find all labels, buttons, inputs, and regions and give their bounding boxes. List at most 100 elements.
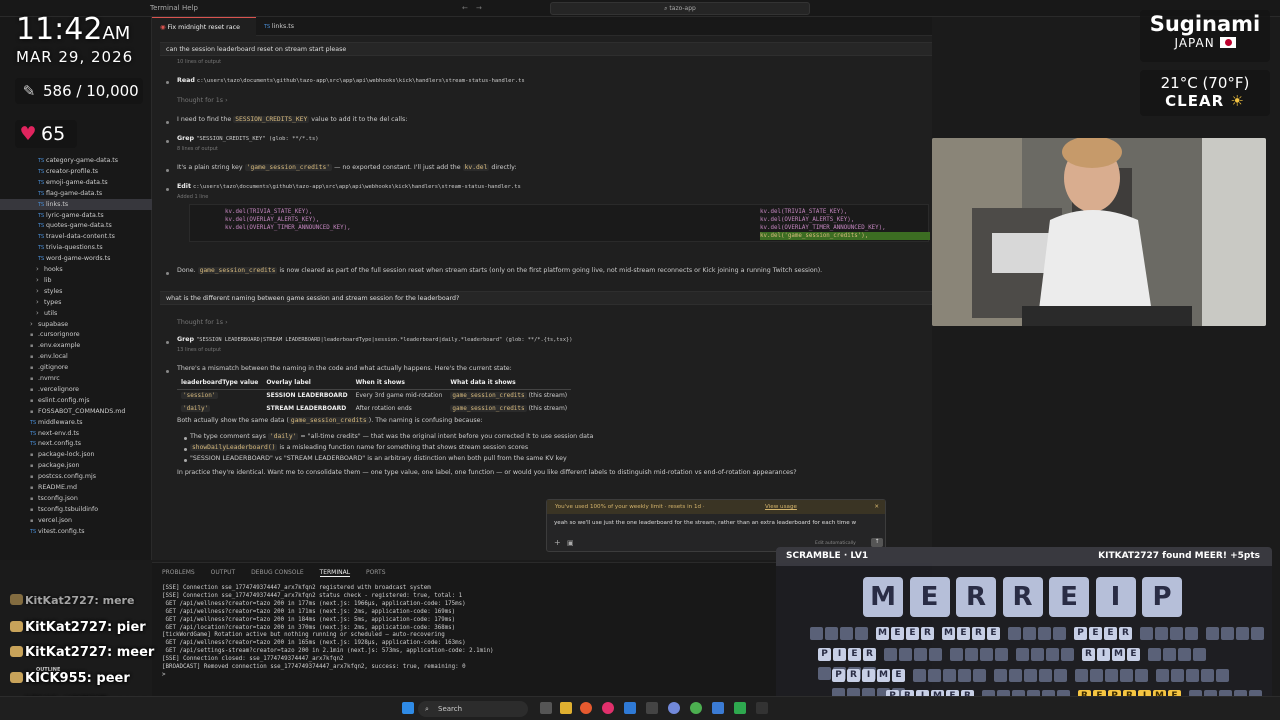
grep-step[interactable]: Grep "SESSION_CREDITS_KEY" (glob: **/*.t…: [177, 135, 319, 142]
hidden-letter: [1053, 627, 1066, 640]
file-tree-item[interactable]: ▪ .env.example: [0, 340, 80, 351]
tab-output[interactable]: OUTPUT: [211, 569, 235, 576]
tab-terminal[interactable]: TERMINAL: [319, 569, 351, 577]
file-tree-item[interactable]: › styles: [0, 286, 62, 297]
send-icon[interactable]: ↑: [871, 538, 883, 547]
sun-icon: ☀: [1230, 92, 1245, 110]
table-cell: game_session_credits: [450, 405, 527, 412]
app-icon[interactable]: [602, 702, 614, 714]
grep-query: "SESSION_CREDITS_KEY" (glob: **/*.ts): [196, 136, 319, 142]
table-cell: After rotation ends: [355, 405, 412, 412]
chat-input[interactable]: yeah so we'll use just the one leaderboa…: [547, 514, 885, 532]
hidden-word: [913, 669, 988, 688]
terminal-icon[interactable]: [646, 702, 658, 714]
app-icon[interactable]: [712, 702, 724, 714]
discord-icon[interactable]: [668, 702, 680, 714]
found-word: PEER: [1074, 627, 1134, 646]
file-tree-item[interactable]: TS quotes-game-data.ts: [0, 220, 112, 231]
found-word: MERE: [942, 627, 1002, 646]
attach-icon[interactable]: ▣: [567, 539, 574, 547]
tab-chat[interactable]: ◉ Fix midnight reset race ...✕: [152, 17, 256, 50]
file-tree-item[interactable]: TS middleware.ts: [0, 417, 83, 428]
menu-help[interactable]: Help: [182, 4, 198, 12]
file-tree-item[interactable]: › types: [0, 297, 61, 308]
hidden-letter: [1156, 669, 1169, 682]
file-tree-item[interactable]: TS links.ts: [0, 198, 152, 210]
file-tree-item[interactable]: TS next.config.ts: [0, 438, 81, 449]
file-tree-item[interactable]: › supabase: [0, 319, 68, 330]
file-tree-item[interactable]: ▪ .nvmrc: [0, 373, 60, 384]
letter-tile: P: [1142, 577, 1182, 617]
file-tree-item[interactable]: › utils: [0, 308, 57, 319]
file-name: word-game-words.ts: [46, 255, 111, 263]
edit-step[interactable]: Edit c:\users\tazo\documents\github\tazo…: [177, 183, 521, 190]
file-tree-item[interactable]: TS vitest.config.ts: [0, 526, 85, 537]
file-tree-item[interactable]: TS emoji-game-data.ts: [0, 177, 108, 188]
file-explorer-icon[interactable]: [560, 702, 572, 714]
file-tree-item[interactable]: ▪ .env.local: [0, 351, 68, 362]
hidden-word: [1075, 669, 1150, 688]
file-tree-item[interactable]: ▪ tsconfig.json: [0, 493, 78, 504]
windows-start-icon[interactable]: [402, 702, 414, 714]
file-tree-item[interactable]: TS next-env.d.ts: [0, 428, 79, 439]
terminal-line: GET /api/location?creator=tazo 200 in 37…: [162, 624, 456, 631]
file-tree-item[interactable]: ▪ package-lock.json: [0, 449, 94, 460]
table-cell: 'session': [181, 392, 218, 400]
close-icon[interactable]: ✕: [874, 500, 879, 514]
view-usage-link[interactable]: View usage: [765, 500, 797, 514]
file-tree-item[interactable]: TS word-game-words.ts: [0, 253, 110, 264]
assistant-text: There's a mismatch between the naming in…: [177, 365, 512, 372]
grep-step[interactable]: Grep "SESSION LEADERBOARD|STREAM LEADERB…: [177, 336, 572, 343]
file-tree-item[interactable]: › hooks: [0, 264, 63, 275]
firefox-icon[interactable]: [580, 702, 592, 714]
add-icon[interactable]: +: [554, 538, 561, 547]
xbox-icon[interactable]: [734, 702, 746, 714]
file-tree-item[interactable]: ▪ .gitignore: [0, 362, 68, 373]
taskbar-search[interactable]: ⌕ Search: [418, 701, 528, 717]
file-tree-item[interactable]: ▪ .cursorignore: [0, 329, 80, 340]
tab-problems[interactable]: PROBLEMS: [162, 569, 195, 576]
hidden-word: [1140, 627, 1200, 646]
file-path: c:\users\tazo\documents\github\tazo-app\…: [196, 78, 525, 84]
file-tree-item[interactable]: ▪ eslint.config.mjs: [0, 395, 90, 406]
file-tree-item[interactable]: TS lyric-game-data.ts: [0, 210, 104, 221]
diff-left: kv.del(TRIVIA_STATE_KEY), kv.del(OVERLAY_…: [225, 209, 351, 231]
chrome-icon[interactable]: [690, 702, 702, 714]
file-tree-item[interactable]: TS trivia-questions.ts: [0, 242, 103, 253]
found-word: MEER: [876, 627, 936, 646]
terminal-output[interactable]: [SSE] Connection sse_1774749374447_arx7k…: [162, 585, 494, 680]
file-tree-item[interactable]: ▪ .vercelignore: [0, 384, 79, 395]
back-arrow-icon[interactable]: ←: [462, 4, 468, 12]
file-tree-item[interactable]: ▪ tsconfig.tsbuildinfo: [0, 504, 98, 515]
file-tree-item[interactable]: ▪ postcss.config.mjs: [0, 471, 96, 482]
file-name: .cursorignore: [38, 331, 80, 339]
read-step[interactable]: Read c:\users\tazo\documents\github\tazo…: [177, 77, 525, 84]
file-tree-item[interactable]: TS travel-data-content.ts: [0, 231, 115, 242]
heart-rate-value: 65: [41, 123, 66, 145]
menu-terminal[interactable]: Terminal: [150, 4, 180, 12]
file-tree-item[interactable]: › lib: [0, 275, 52, 286]
tab-ports[interactable]: PORTS: [366, 569, 386, 576]
hidden-letter: [899, 648, 912, 661]
file-tree-item[interactable]: ▪ vercel.json: [0, 515, 72, 526]
file-tree-item[interactable]: TS category-game-data.ts: [0, 155, 118, 166]
vscode-icon[interactable]: [624, 702, 636, 714]
bullet: [166, 140, 169, 143]
thought-note[interactable]: Thought for 1s ›: [177, 319, 228, 326]
obs-icon[interactable]: [756, 702, 768, 714]
task-view-icon[interactable]: [540, 702, 552, 714]
command-search[interactable]: ⌕ tazo-app: [550, 2, 810, 15]
hidden-word: [810, 627, 870, 646]
file-tree-item[interactable]: ▪ FOSSABOT_COMMANDS.md: [0, 406, 125, 417]
tab-debug-console[interactable]: DEBUG CONSOLE: [251, 569, 304, 576]
word-letter: M: [877, 669, 890, 682]
file-tree-item[interactable]: ▪ package.json: [0, 460, 79, 471]
tab-links[interactable]: TS links.ts: [256, 17, 302, 36]
file-tree-item[interactable]: ▪ README.md: [0, 482, 77, 493]
file-tree-item[interactable]: TS creator-profile.ts: [0, 166, 98, 177]
edit-automatically-toggle[interactable]: Edit automatically: [815, 541, 856, 546]
table-header-row: leaderboardType value Overlay label When…: [177, 376, 572, 390]
forward-arrow-icon[interactable]: →: [476, 4, 482, 12]
thought-note[interactable]: Thought for 1s ›: [177, 97, 228, 104]
file-tree-item[interactable]: TS flag-game-data.ts: [0, 188, 102, 199]
